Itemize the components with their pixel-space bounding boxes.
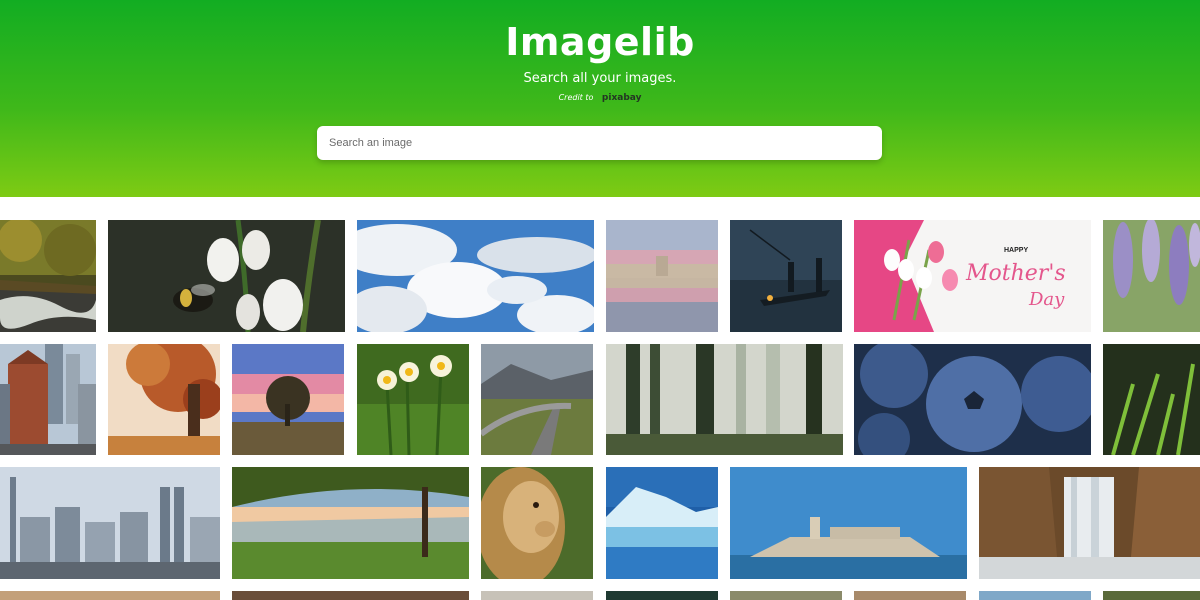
day-text: Day (1028, 289, 1065, 310)
forest-stream-image[interactable] (0, 220, 96, 332)
row4-image-3[interactable] (481, 591, 593, 600)
beach-tree-image[interactable] (232, 467, 469, 579)
happy-text: HAPPY (1004, 247, 1028, 254)
row4-image-1[interactable] (0, 591, 220, 600)
row4-image-7[interactable] (979, 591, 1091, 600)
row4-image-4[interactable] (606, 591, 718, 600)
fishermen-boat-image[interactable] (730, 220, 842, 332)
app-title: Imagelib (505, 20, 695, 64)
grass-rain-image[interactable] (1103, 344, 1200, 455)
app-subtitle: Search all your images. (523, 71, 677, 86)
row4-image-8[interactable] (1103, 591, 1200, 600)
row4-image-5[interactable] (730, 591, 842, 600)
row4-image-2[interactable] (232, 591, 469, 600)
blueberries-image[interactable] (854, 344, 1091, 455)
mountain-road-image[interactable] (481, 344, 593, 455)
row4-image-6[interactable] (854, 591, 966, 600)
daffodils-image[interactable] (357, 344, 469, 455)
autumn-tree-image[interactable] (108, 344, 220, 455)
waterfall-image[interactable] (979, 467, 1200, 579)
mothers-text: Mother's (965, 261, 1066, 286)
palace-reflection-image[interactable] (606, 220, 718, 332)
misty-forest-image[interactable] (606, 344, 843, 455)
search-input[interactable] (317, 126, 882, 160)
sunset-tree-image[interactable] (232, 344, 344, 455)
bumblebee-flower-image[interactable] (108, 220, 345, 332)
credit-line: Credit to pixabay (0, 93, 1200, 103)
mothers-day-image[interactable]: HAPPY Mother's Day (854, 220, 1091, 332)
island-castle-image[interactable] (730, 467, 967, 579)
city-skyline-image[interactable] (0, 467, 220, 579)
lion-image[interactable] (481, 467, 593, 579)
clouds-sky-image[interactable] (357, 220, 594, 332)
city-skyscrapers-image[interactable] (0, 344, 96, 455)
pixabay-logo[interactable]: pixabay (602, 93, 642, 103)
iceberg-image[interactable] (606, 467, 718, 579)
wisteria-flowers-image[interactable] (1103, 220, 1200, 332)
credit-text: Credit to (558, 93, 594, 102)
